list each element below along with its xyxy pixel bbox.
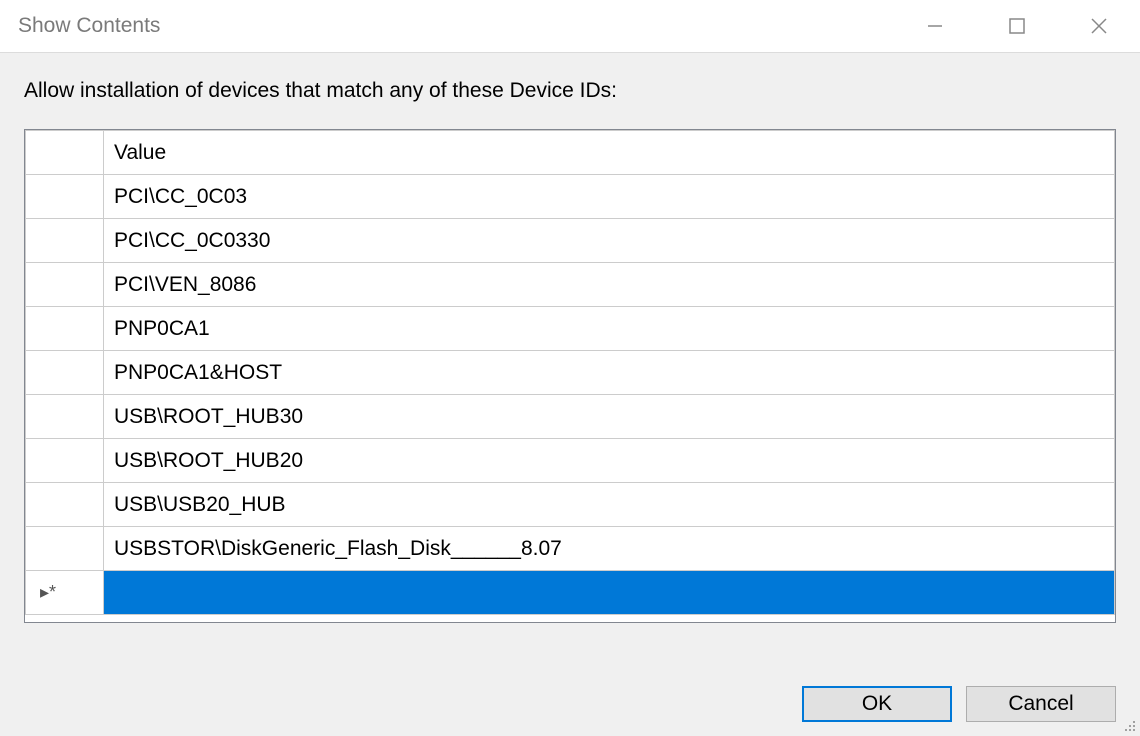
value-cell[interactable]: USB\USB20_HUB [104,483,1115,527]
table-row[interactable]: USBSTOR\DiskGeneric_Flash_Disk______8.07 [26,527,1115,571]
value-cell[interactable]: PCI\CC_0C03 [104,175,1115,219]
table-row[interactable]: PCI\CC_0C03 [26,175,1115,219]
window-title: Show Contents [18,14,160,38]
value-cell[interactable]: PCI\CC_0C0330 [104,219,1115,263]
dialog-content: Allow installation of devices that match… [0,52,1140,736]
minimize-icon [926,17,944,35]
window-controls [894,0,1140,52]
value-cell[interactable]: PNP0CA1 [104,307,1115,351]
table-row[interactable]: USB\ROOT_HUB20 [26,439,1115,483]
column-header-value[interactable]: Value [104,131,1115,175]
value-cell[interactable]: PNP0CA1&HOST [104,351,1115,395]
value-cell[interactable]: USB\ROOT_HUB20 [104,439,1115,483]
close-button[interactable] [1058,0,1140,52]
minimize-button[interactable] [894,0,976,52]
value-cell[interactable]: USB\ROOT_HUB30 [104,395,1115,439]
dialog-buttons: OK Cancel [802,686,1116,722]
value-cell[interactable]: USBSTOR\DiskGeneric_Flash_Disk______8.07 [104,527,1115,571]
table-row[interactable]: USB\USB20_HUB [26,483,1115,527]
instruction-label: Allow installation of devices that match… [24,79,1116,103]
row-marker [26,307,104,351]
cancel-button[interactable]: Cancel [966,686,1116,722]
row-marker [26,351,104,395]
row-marker [26,439,104,483]
device-id-table[interactable]: Value PCI\CC_0C03PCI\CC_0C0330PCI\VEN_80… [24,129,1116,623]
row-marker [26,395,104,439]
maximize-icon [1008,17,1026,35]
table-row[interactable]: PCI\VEN_8086 [26,263,1115,307]
row-marker [26,175,104,219]
value-cell[interactable] [104,571,1115,615]
ok-button[interactable]: OK [802,686,952,722]
row-marker: ▸* [26,571,104,615]
titlebar: Show Contents [0,0,1140,52]
row-marker [26,263,104,307]
row-marker [26,483,104,527]
resize-grip-icon [1121,717,1137,733]
row-marker [26,527,104,571]
maximize-button[interactable] [976,0,1058,52]
table-row[interactable]: PNP0CA1&HOST [26,351,1115,395]
value-cell[interactable]: PCI\VEN_8086 [104,263,1115,307]
table-row[interactable]: ▸* [26,571,1115,615]
table-row[interactable]: PCI\CC_0C0330 [26,219,1115,263]
row-header-blank [26,131,104,175]
table-row[interactable]: PNP0CA1 [26,307,1115,351]
close-icon [1090,17,1108,35]
row-marker [26,219,104,263]
table-row[interactable]: USB\ROOT_HUB30 [26,395,1115,439]
